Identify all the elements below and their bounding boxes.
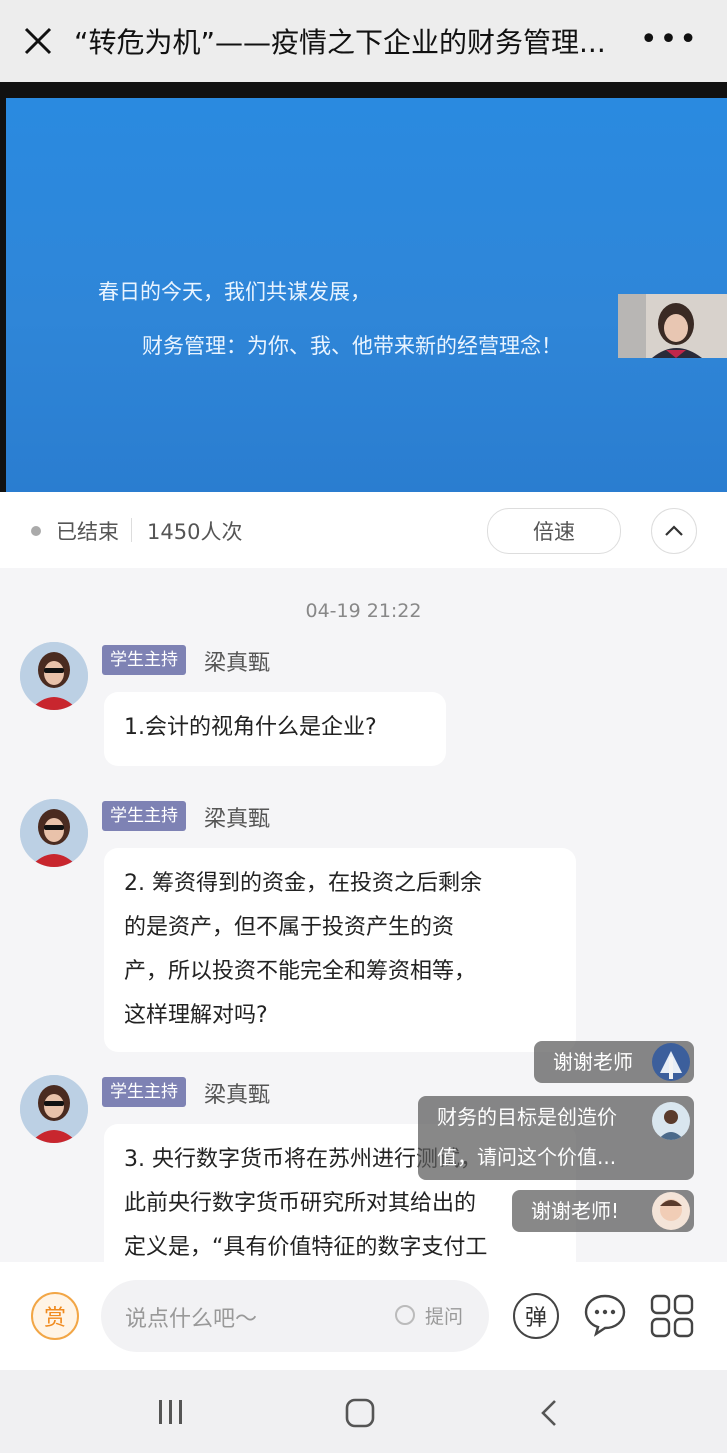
more-icon[interactable]: ••• bbox=[640, 22, 699, 57]
chevron-up-icon bbox=[665, 525, 683, 536]
status-label: 已结束 bbox=[56, 520, 119, 544]
comment-input[interactable]: 说点什么吧〜 提问 bbox=[101, 1280, 489, 1352]
message-line: 1.会计的视角什么是企业? bbox=[124, 715, 377, 740]
chat-timestamp: 04-19 21:22 bbox=[305, 600, 422, 622]
video-player[interactable]: 春日的今天，我们共谋发展， 财务管理：为你、我、他带来新的经营理念！ bbox=[0, 82, 727, 492]
message-line: 2. 筹资得到的资金，在投资之后剩余 bbox=[124, 871, 482, 896]
ask-label[interactable]: 提问 bbox=[425, 1302, 463, 1329]
slide: 春日的今天，我们共谋发展， 财务管理：为你、我、他带来新的经营理念！ bbox=[6, 98, 727, 492]
view-count: 1450人次 bbox=[147, 520, 243, 544]
back-icon[interactable] bbox=[538, 1398, 560, 1428]
reward-button[interactable]: 赏 bbox=[31, 1292, 79, 1340]
danmaku-item: 谢谢老师 bbox=[534, 1041, 694, 1083]
chat-bubble-icon[interactable] bbox=[582, 1292, 628, 1338]
system-nav-bar bbox=[0, 1370, 727, 1453]
ask-radio[interactable] bbox=[395, 1305, 415, 1325]
host-badge: 学生主持 bbox=[102, 1077, 186, 1107]
danmaku-item: 财务的目标是创造价 值，请问这个价值... bbox=[418, 1096, 694, 1180]
danmaku-item: 谢谢老师! bbox=[512, 1190, 694, 1232]
host-badge: 学生主持 bbox=[102, 801, 186, 831]
speed-button[interactable]: 倍速 bbox=[487, 508, 621, 554]
danmaku-text: 谢谢老师! bbox=[531, 1199, 620, 1223]
danmaku-toggle-button[interactable]: 弹 bbox=[513, 1293, 559, 1339]
top-bar: “转危为机”——疫情之下企业的财务管理... ••• bbox=[0, 0, 727, 82]
message-line: 此前央行数字货币研究所对其给出的 bbox=[124, 1191, 477, 1216]
user-name: 梁真甄 bbox=[204, 807, 271, 832]
teacher-camera bbox=[618, 294, 727, 358]
danmaku-text: 财务的目标是创造价 bbox=[437, 1105, 617, 1129]
input-placeholder: 说点什么吧〜 bbox=[125, 1307, 258, 1332]
avatar bbox=[652, 1192, 690, 1230]
status-dot bbox=[31, 526, 41, 536]
danmaku-text: 值，请问这个价值... bbox=[437, 1145, 617, 1169]
avatar bbox=[652, 1102, 690, 1140]
user-name: 梁真甄 bbox=[204, 651, 271, 676]
avatar bbox=[652, 1043, 690, 1081]
collapse-button[interactable] bbox=[651, 508, 697, 554]
slide-line-2: 财务管理：为你、我、他带来新的经营理念！ bbox=[142, 334, 562, 358]
divider bbox=[131, 518, 132, 542]
message-line: 的是资产，但不属于投资产生的资 bbox=[124, 915, 455, 940]
recent-apps-icon[interactable] bbox=[156, 1398, 186, 1426]
message-line: 产，所以投资不能完全和筹资相等， bbox=[124, 959, 477, 984]
host-badge: 学生主持 bbox=[102, 645, 186, 675]
apps-grid-icon[interactable] bbox=[650, 1294, 694, 1338]
chat-message: 1.会计的视角什么是企业? bbox=[104, 692, 446, 766]
home-icon[interactable] bbox=[345, 1398, 375, 1428]
avatar[interactable] bbox=[20, 799, 88, 867]
message-line: 这样理解对吗? bbox=[124, 1003, 268, 1028]
slide-line-1: 春日的今天，我们共谋发展， bbox=[98, 280, 371, 304]
chat-message: 2. 筹资得到的资金，在投资之后剩余 的是资产，但不属于投资产生的资 产，所以投… bbox=[104, 848, 576, 1052]
avatar[interactable] bbox=[20, 1075, 88, 1143]
page-title: “转危为机”——疫情之下企业的财务管理... bbox=[74, 26, 606, 59]
danmaku-text: 谢谢老师 bbox=[553, 1050, 633, 1074]
user-name: 梁真甄 bbox=[204, 1083, 271, 1108]
close-icon[interactable] bbox=[18, 21, 58, 61]
avatar[interactable] bbox=[20, 642, 88, 710]
